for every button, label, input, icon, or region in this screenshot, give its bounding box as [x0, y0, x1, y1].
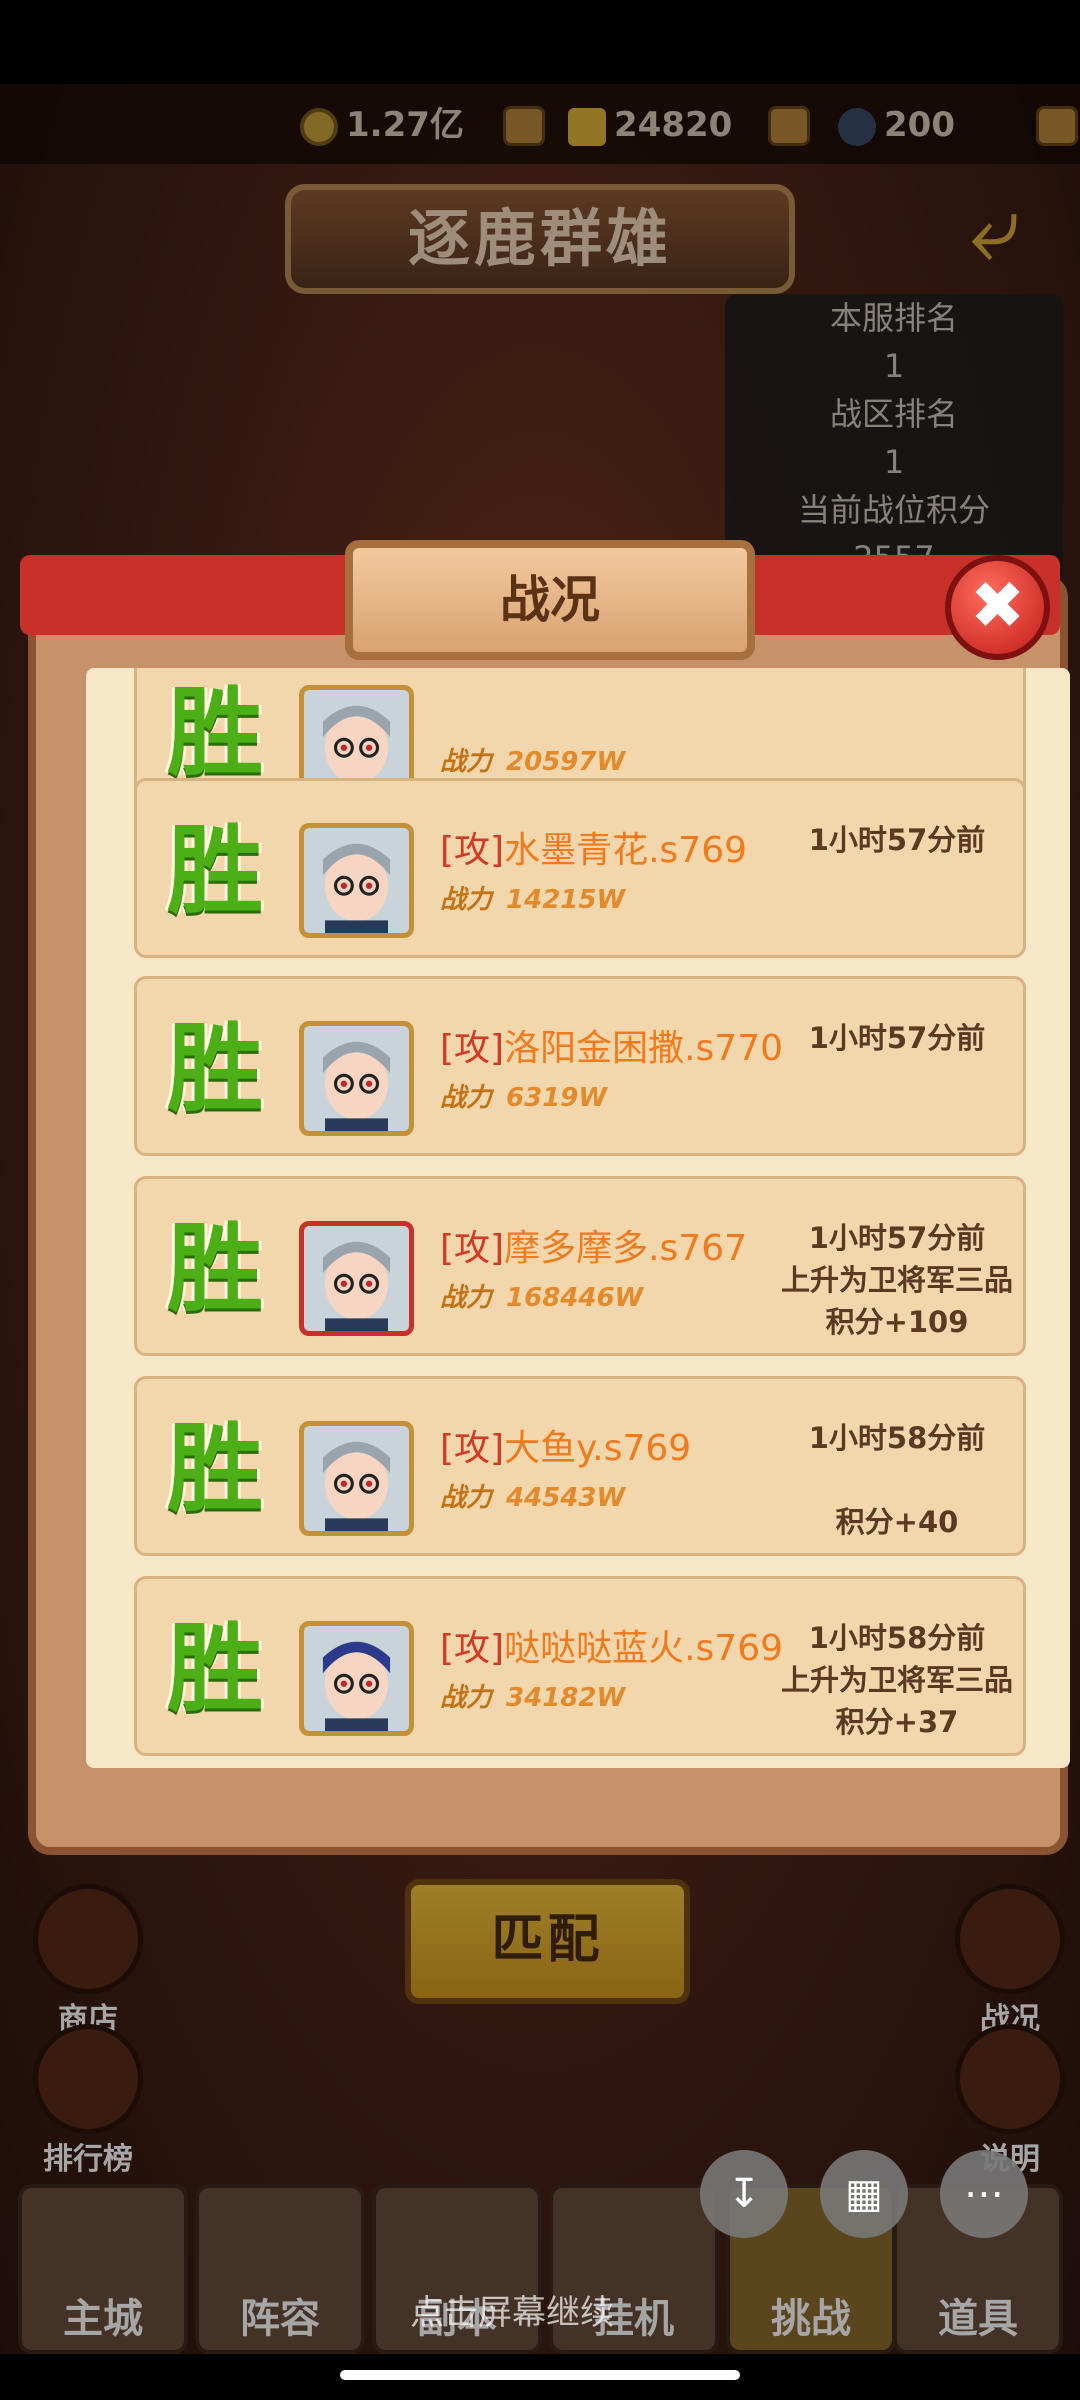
opponent-name-text: 洛阳金困撒.s770	[504, 1028, 784, 1069]
attack-tag: [攻]	[440, 1228, 505, 1269]
close-icon[interactable]: ✖	[945, 555, 1050, 660]
opponent-avatar[interactable]	[299, 1221, 414, 1336]
opponent-avatar[interactable]	[299, 1021, 414, 1136]
power-value: 34182W	[506, 1683, 626, 1713]
opponent-name: [攻]水墨青花.s769	[440, 821, 800, 873]
result-badge: 胜	[167, 1013, 263, 1125]
power-label: 战力	[440, 1083, 493, 1113]
record-time: 1小时58分前	[808, 1421, 986, 1455]
power-value: 44543W	[506, 1483, 626, 1513]
record-card: 胜 [攻]哒哒哒蓝火.s769 战力 34182W 1小时58分前 上升为卫将军三品 积分…	[134, 1576, 1026, 1756]
opponent-name-text: 水墨青花.s769	[504, 830, 748, 871]
battle-report-modal: 胜 战力 20597W 胜 [攻]水墨青花.s769 战力 14215W 1小时57分前胜	[28, 575, 1070, 1855]
attack-tag: [攻]	[440, 1628, 505, 1669]
combat-power: 战力 14215W	[440, 879, 625, 916]
result-badge: 胜	[167, 1213, 263, 1325]
record-list[interactable]: 胜 战力 20597W 胜 [攻]水墨青花.s769 战力 14215W 1小时57分前胜	[86, 668, 1070, 1768]
modal-title: 战况	[345, 540, 755, 660]
record-card: 胜 [攻]洛阳金困撒.s770 战力 6319W 1小时57分前	[134, 976, 1026, 1156]
rank-change	[767, 1059, 1027, 1101]
rank-change: 上升为卫将军三品	[780, 1663, 1013, 1697]
result-badge: 胜	[167, 1613, 263, 1725]
record-time: 1小时57分前	[808, 1021, 986, 1055]
opponent-avatar[interactable]	[299, 1421, 414, 1536]
combat-power: 战力 168446W	[440, 1277, 643, 1314]
record-info: 1小时58分前 上升为卫将军三品 积分+37	[767, 1617, 1027, 1743]
record-card: 胜 [攻]摩多摩多.s767 战力 168446W 1小时57分前 上升为卫将军三品 积分…	[134, 1176, 1026, 1356]
combat-power: 战力 44543W	[440, 1477, 625, 1514]
home-indicator[interactable]	[340, 2370, 740, 2380]
rank-change: 上升为卫将军三品	[780, 1263, 1013, 1297]
score-change	[767, 903, 1027, 945]
opponent-name: [攻]大鱼y.s769	[440, 1419, 800, 1471]
score-change: 积分+40	[835, 1505, 959, 1539]
power-label: 战力	[440, 1483, 493, 1513]
opponent-name: [攻]洛阳金困撒.s770	[440, 1019, 800, 1071]
attack-tag: [攻]	[440, 830, 505, 871]
avatar-portrait-icon	[304, 1026, 409, 1131]
power-value: 20597W	[506, 747, 626, 777]
avatar-portrait-icon	[304, 1226, 409, 1331]
opponent-name: [攻]摩多摩多.s767	[440, 1219, 800, 1271]
power-label: 战力	[440, 885, 493, 915]
record-info: 1小时57分前	[767, 1017, 1027, 1143]
power-value: 168446W	[506, 1283, 644, 1313]
record-info: 1小时57分前	[767, 819, 1027, 945]
score-change	[767, 1101, 1027, 1143]
record-time: 1小时57分前	[808, 823, 986, 857]
opponent-avatar[interactable]	[299, 823, 414, 938]
result-badge: 胜	[167, 815, 263, 927]
opponent-name-text: 摩多摩多.s767	[504, 1228, 748, 1269]
rank-change	[767, 861, 1027, 903]
opponent-name: [攻]哒哒哒蓝火.s769	[440, 1619, 800, 1671]
result-badge: 胜	[167, 1413, 263, 1525]
power-label: 战力	[440, 1283, 493, 1313]
grid-icon[interactable]: ▦	[820, 2150, 908, 2238]
avatar-portrait-icon	[304, 1626, 409, 1731]
download-icon[interactable]: ↧	[700, 2150, 788, 2238]
record-card: 胜 [攻]大鱼y.s769 战力 44543W 1小时58分前 积分+40	[134, 1376, 1026, 1556]
power-value: 14215W	[506, 885, 626, 915]
record-info: 1小时58分前 积分+40	[767, 1417, 1027, 1543]
power-label: 战力	[440, 747, 493, 777]
score-change: 积分+109	[825, 1305, 969, 1339]
power-value: 6319W	[506, 1083, 608, 1113]
attack-tag: [攻]	[440, 1428, 505, 1469]
record-time	[767, 681, 1027, 723]
attack-tag: [攻]	[440, 1028, 505, 1069]
opponent-name-text: 大鱼y.s769	[504, 1428, 692, 1469]
opponent-avatar[interactable]	[299, 1621, 414, 1736]
combat-power: 战力 6319W	[440, 1077, 607, 1114]
rank-change	[767, 1459, 1027, 1501]
record-time: 1小时58分前	[808, 1621, 986, 1655]
record-time: 1小时57分前	[808, 1221, 986, 1255]
combat-power: 战力 20597W	[440, 741, 625, 778]
result-badge: 胜	[167, 677, 263, 789]
continue-hint: 点击屏幕继续	[410, 2293, 614, 2333]
record-info: 1小时57分前 上升为卫将军三品 积分+109	[767, 1217, 1027, 1343]
combat-power: 战力 34182W	[440, 1677, 625, 1714]
avatar-portrait-icon	[304, 1426, 409, 1531]
avatar-portrait-icon	[304, 828, 409, 933]
score-change: 积分+37	[835, 1705, 959, 1739]
opponent-name-text: 哒哒哒蓝火.s769	[504, 1628, 784, 1669]
rank-change	[767, 723, 1027, 765]
record-card: 胜 [攻]水墨青花.s769 战力 14215W 1小时57分前	[134, 778, 1026, 958]
more-icon[interactable]: ⋯	[940, 2150, 1028, 2238]
power-label: 战力	[440, 1683, 493, 1713]
